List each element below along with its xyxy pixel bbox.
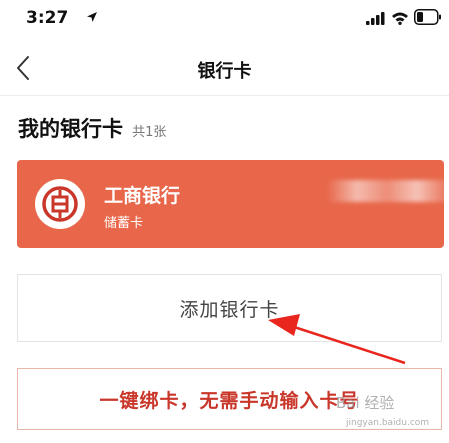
battery-icon (414, 9, 441, 25)
bank-name: 工商银行 (104, 185, 181, 207)
wifi-icon (392, 12, 408, 25)
signal-icon (366, 12, 385, 25)
bank-card[interactable]: 工商银行 储蓄卡 (17, 160, 444, 248)
watermark-subtext: jingyan.baidu.com (346, 418, 430, 428)
card-count: 共1张 (132, 125, 167, 140)
nav-bar: 银行卡 (0, 40, 449, 96)
section-title: 我的银行卡 (18, 117, 123, 141)
arrow-annotation-icon (268, 314, 406, 365)
status-bar: 3:27 (0, 0, 449, 40)
card-type: 储蓄卡 (104, 216, 144, 231)
icbc-logo-icon (35, 179, 85, 229)
card-number-mask (327, 180, 444, 202)
section-header: 我的银行卡 共1张 (18, 113, 166, 143)
quick-bind-label: 一键绑卡，无需手动输入卡号 (99, 389, 360, 412)
page-title: 银行卡 (197, 61, 252, 82)
location-arrow-icon (87, 12, 97, 22)
watermark: Bai 经验 (336, 394, 395, 412)
status-time: 3:27 (26, 8, 69, 28)
